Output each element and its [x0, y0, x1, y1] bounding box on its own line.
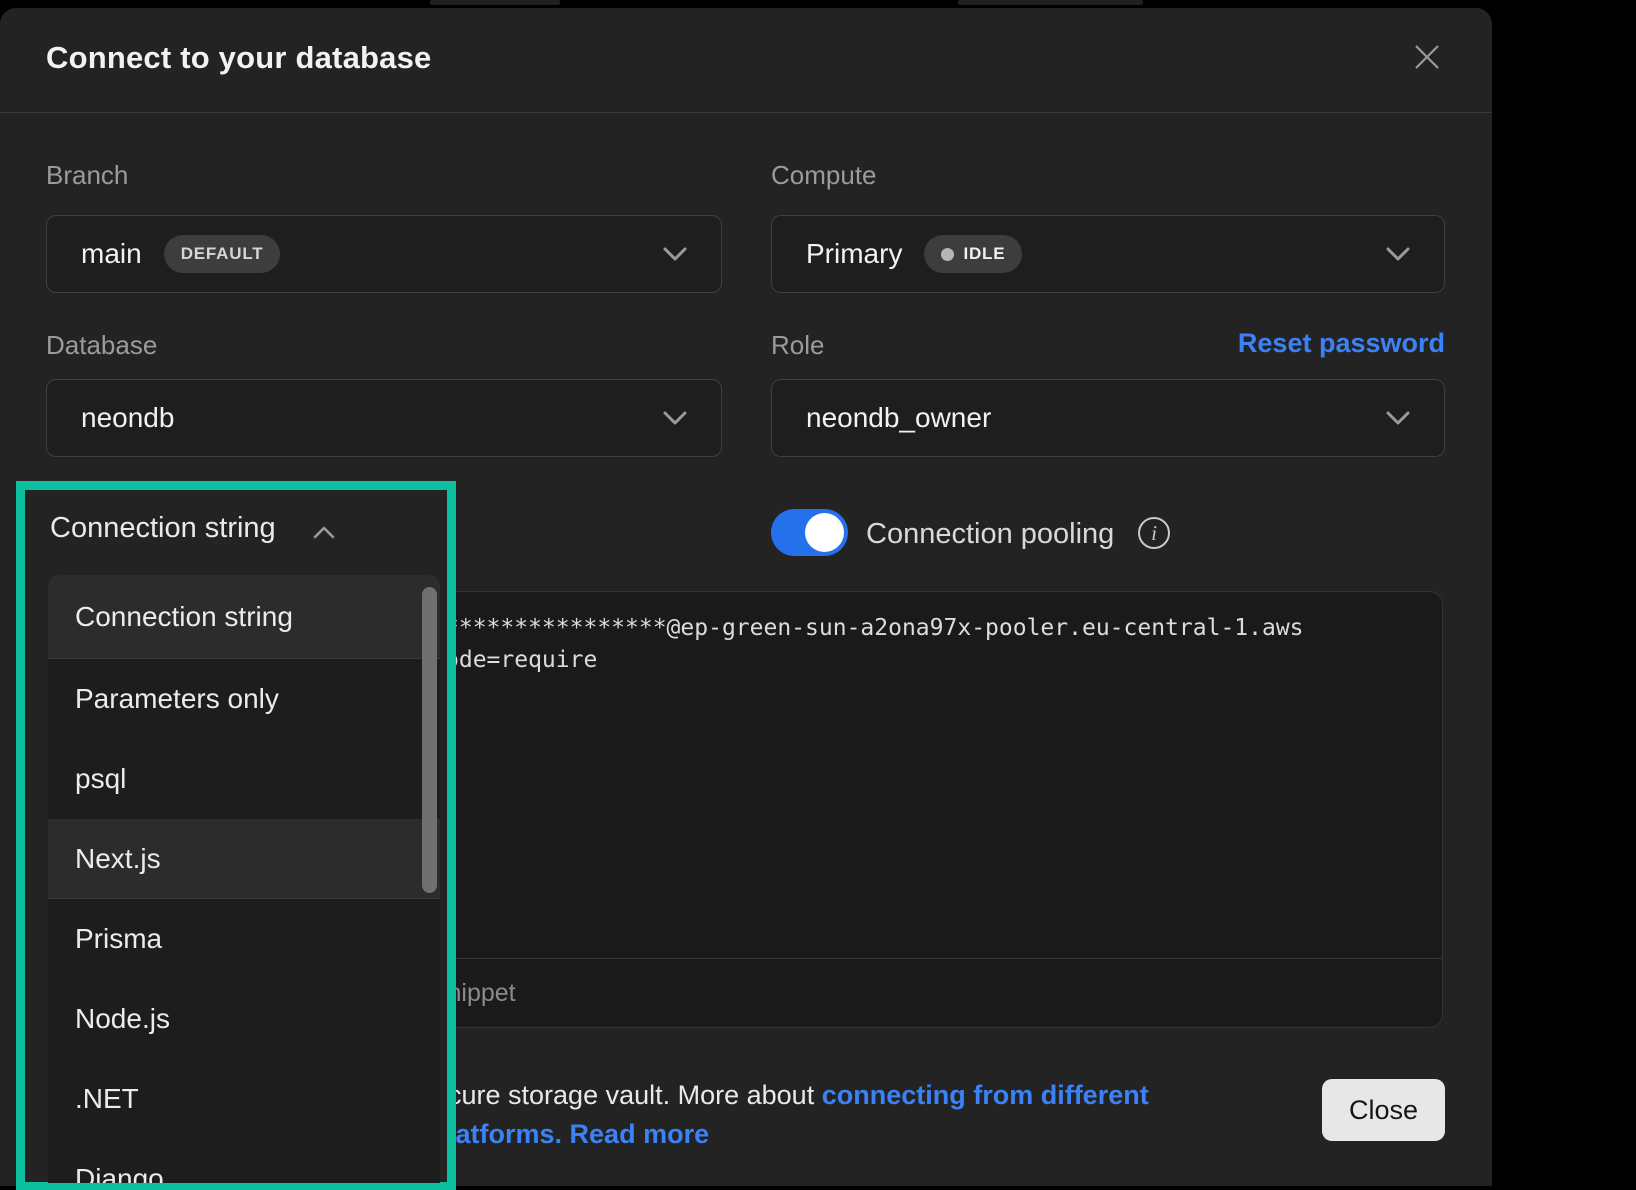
database-label: Database: [46, 330, 157, 361]
link-read-more[interactable]: Read more: [570, 1119, 710, 1149]
idle-badge: IDLE: [924, 235, 1022, 273]
dropdown-item-nodejs[interactable]: Node.js: [48, 979, 440, 1059]
status-dot: [941, 248, 954, 261]
dropdown-item-parameters-only[interactable]: Parameters only: [48, 659, 440, 739]
chevron-down-icon: [663, 411, 687, 425]
connection-string-dropdown-trigger[interactable]: Connection string: [50, 512, 276, 545]
role-value: neondb_owner: [806, 402, 991, 434]
chevron-down-icon: [663, 247, 687, 261]
chevron-down-icon: [1386, 411, 1410, 425]
info-icon[interactable]: i: [1138, 517, 1170, 549]
dropdown-item-nextjs[interactable]: Next.js: [48, 819, 440, 899]
database-value: neondb: [81, 402, 174, 434]
chevron-down-icon: [1386, 247, 1410, 261]
link-connecting-from-different[interactable]: connecting from different: [822, 1080, 1149, 1110]
dropdown-item-prisma[interactable]: Prisma: [48, 899, 440, 979]
background-remnant: [958, 0, 1143, 5]
chevron-up-icon: [313, 526, 335, 539]
default-badge: DEFAULT: [164, 235, 281, 273]
compute-select[interactable]: Primary IDLE: [771, 215, 1445, 293]
dropdown-item-dotnet[interactable]: .NET: [48, 1059, 440, 1139]
page-background: Connect to your database Branch Compute …: [0, 0, 1636, 1190]
page-title: Connect to your database: [46, 40, 431, 76]
close-button[interactable]: Close: [1322, 1079, 1445, 1141]
database-select[interactable]: neondb: [46, 379, 722, 457]
storage-note: cure storage vault. More about connectin…: [448, 1076, 1149, 1154]
dropdown-item-django[interactable]: Django: [48, 1139, 440, 1183]
close-icon[interactable]: [1412, 42, 1442, 72]
connection-pooling-toggle[interactable]: [771, 509, 848, 556]
role-label: Role: [771, 330, 824, 361]
toggle-knob: [805, 513, 844, 552]
compute-value: Primary: [806, 238, 902, 270]
code-line-2: ode=require: [445, 647, 597, 673]
modal-header: Connect to your database: [0, 8, 1492, 112]
note-line-2: latforms. Read more: [448, 1115, 1149, 1154]
dropdown-panel: Connection string Parameters only psql N…: [48, 575, 440, 1183]
branch-label: Branch: [46, 160, 128, 191]
branch-value: main: [81, 238, 142, 270]
note-line-1: cure storage vault. More about connectin…: [448, 1076, 1149, 1115]
code-text: ****************@ep-green-sun-a2ona97x-p…: [445, 612, 1304, 676]
reset-password-link[interactable]: Reset password: [1238, 328, 1445, 359]
branch-select[interactable]: main DEFAULT: [46, 215, 722, 293]
link-platforms-fragment[interactable]: latforms.: [448, 1119, 562, 1149]
connection-pooling-label: Connection pooling: [866, 518, 1114, 551]
header-divider: [0, 112, 1492, 113]
dropdown-scrollbar[interactable]: [422, 587, 437, 893]
code-line-1: ****************@ep-green-sun-a2ona97x-p…: [445, 615, 1304, 641]
role-select[interactable]: neondb_owner: [771, 379, 1445, 457]
dropdown-item-connection-string[interactable]: Connection string: [48, 575, 440, 659]
annotation-highlight-box: Connection string Connection string Para…: [16, 481, 456, 1190]
dropdown-item-psql[interactable]: psql: [48, 739, 440, 819]
compute-label: Compute: [771, 160, 877, 191]
background-remnant: [430, 0, 560, 5]
